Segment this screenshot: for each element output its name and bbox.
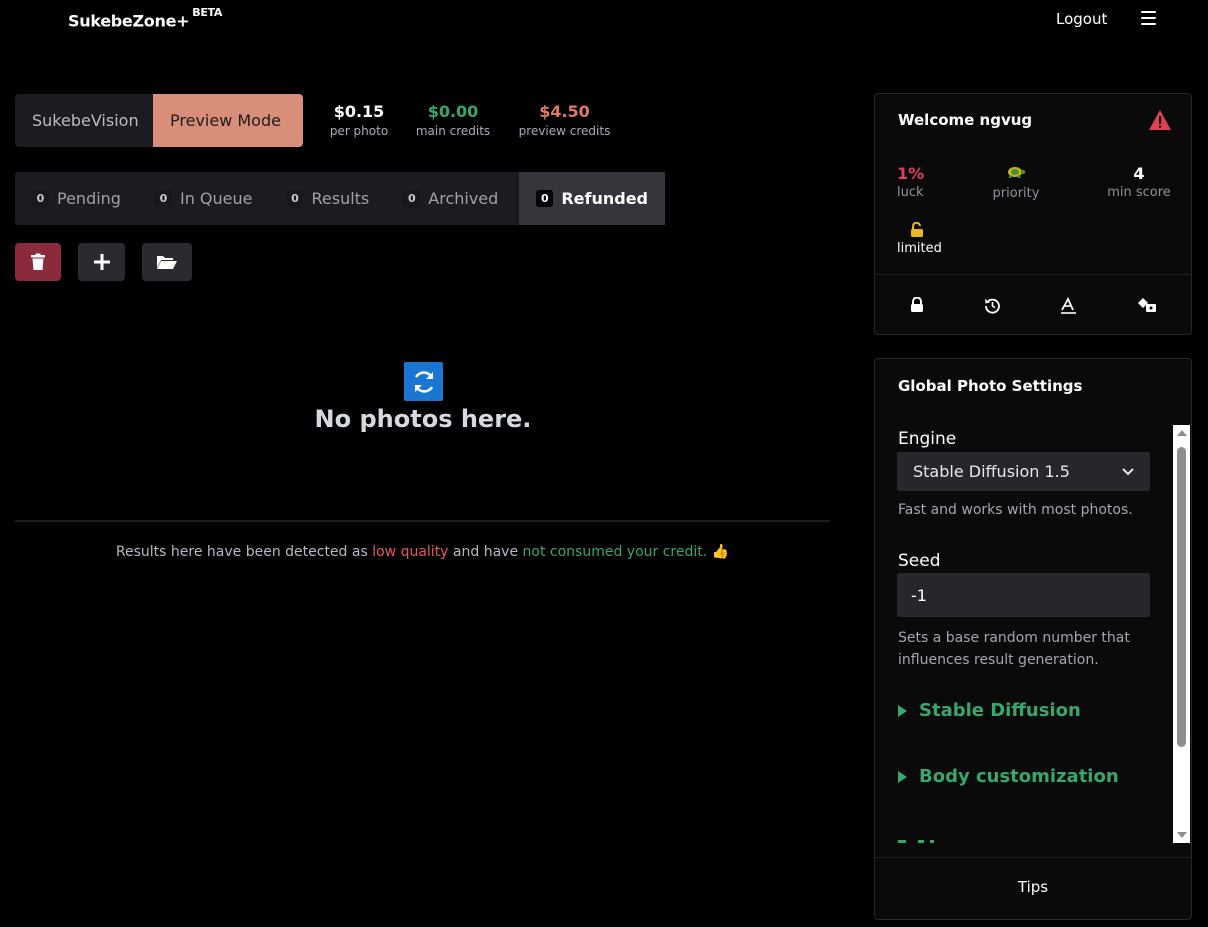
stat-label: per photo bbox=[329, 124, 389, 138]
open-folder-button[interactable] bbox=[142, 243, 192, 281]
tab-label: Refunded bbox=[561, 189, 648, 208]
text-style-icon[interactable] bbox=[1057, 294, 1079, 316]
tab-results[interactable]: 0 Results bbox=[269, 172, 386, 225]
turtle-icon bbox=[990, 164, 1042, 185]
section-label: Body customization bbox=[919, 766, 1119, 787]
stat-preview-credits: $4.50 preview credits bbox=[517, 102, 612, 140]
scroll-down-arrow-icon[interactable] bbox=[1177, 832, 1187, 838]
refund-note: Results here have been detected as low q… bbox=[15, 544, 830, 560]
luck-value: 1% bbox=[897, 164, 925, 183]
note-low-quality: low quality bbox=[372, 544, 449, 560]
section-stable-diffusion[interactable]: Stable Diffusion bbox=[898, 700, 1081, 721]
stat-per-photo: $0.15 per photo bbox=[329, 102, 389, 140]
thumbs-up-icon: 👍 bbox=[711, 544, 730, 560]
sukebevision-mode-button[interactable]: SukebeVision bbox=[15, 94, 153, 147]
expand-triangle-icon bbox=[898, 704, 907, 717]
tab-count: 0 bbox=[154, 190, 172, 207]
history-icon[interactable] bbox=[981, 294, 1003, 316]
limited-stat: limited bbox=[897, 221, 942, 258]
preview-mode-button[interactable]: Preview Mode bbox=[153, 94, 303, 147]
seed-label: Seed bbox=[898, 551, 941, 571]
global-photo-settings-panel: Global Photo Settings Engine Stable Diff… bbox=[874, 358, 1192, 920]
stat-label: main credits bbox=[415, 124, 491, 138]
beta-badge: BETA bbox=[192, 6, 223, 19]
tips-button[interactable]: Tips bbox=[875, 878, 1191, 896]
stat-label: preview credits bbox=[518, 124, 611, 138]
add-photo-button[interactable] bbox=[78, 243, 125, 281]
empty-state-text: No photos here. bbox=[314, 405, 532, 433]
chevron-down-icon bbox=[1122, 467, 1134, 475]
tab-label: Results bbox=[311, 189, 370, 208]
logout-link[interactable]: Logout bbox=[1056, 10, 1107, 28]
stat-value: $4.50 bbox=[539, 102, 590, 121]
hamburger-menu-icon[interactable] bbox=[1141, 11, 1156, 25]
divider bbox=[15, 520, 830, 522]
limited-label: limited bbox=[897, 241, 942, 256]
tab-label: Archived bbox=[428, 189, 499, 208]
trash-icon bbox=[31, 253, 45, 270]
tab-count: 0 bbox=[536, 190, 554, 207]
tab-count: 0 bbox=[403, 190, 421, 207]
stat-value: $0.00 bbox=[427, 102, 479, 121]
luck-stat: 1% luck bbox=[897, 164, 924, 202]
divider bbox=[875, 857, 1191, 858]
engine-select[interactable]: Stable Diffusion 1.5 bbox=[897, 452, 1150, 491]
scrollbar-thumb[interactable] bbox=[1177, 447, 1186, 747]
settings-title: Global Photo Settings bbox=[898, 377, 1083, 395]
folder-open-icon bbox=[157, 256, 177, 269]
priority-label: priority bbox=[992, 186, 1040, 201]
tab-label: Pending bbox=[57, 189, 121, 208]
tab-refunded[interactable]: 0 Refunded bbox=[519, 172, 665, 225]
engine-label: Engine bbox=[898, 429, 957, 449]
engine-help: Fast and works with most photos. bbox=[898, 502, 1133, 518]
tab-count: 0 bbox=[286, 190, 304, 207]
expand-triangle-icon bbox=[898, 770, 907, 783]
engine-selected-value: Stable Diffusion 1.5 bbox=[913, 462, 1070, 481]
brand-name: SukebeZone+ bbox=[68, 11, 190, 31]
switch-icon[interactable] bbox=[1136, 294, 1158, 316]
refresh-icon[interactable] bbox=[404, 362, 443, 401]
plus-icon bbox=[93, 254, 110, 270]
seed-help: Sets a base random number that influence… bbox=[898, 630, 1130, 668]
section-label: Stable Diffusion bbox=[919, 700, 1081, 721]
tab-count: 0 bbox=[32, 190, 49, 207]
priority-stat: priority bbox=[990, 164, 1042, 203]
stat-main-credits: $0.00 main credits bbox=[415, 102, 491, 140]
tab-in-queue[interactable]: 0 In Queue bbox=[138, 172, 270, 225]
welcome-title: Welcome ngvug bbox=[898, 111, 1033, 129]
luck-label: luck bbox=[897, 185, 924, 200]
lock-icon[interactable] bbox=[906, 294, 928, 316]
note-text: and have bbox=[448, 544, 523, 560]
tab-archived[interactable]: 0 Archived bbox=[386, 172, 515, 225]
mode-switch: SukebeVision Preview Mode bbox=[15, 94, 303, 147]
min-score-value: 4 bbox=[1133, 164, 1145, 183]
photo-tabs: 0 Pending 0 In Queue 0 Results 0 Archive… bbox=[15, 172, 665, 225]
welcome-panel: Welcome ngvug 1% luck priority 4 min sco… bbox=[874, 93, 1192, 335]
min-score-stat: 4 min score bbox=[1107, 164, 1171, 202]
tab-pending[interactable]: 0 Pending bbox=[15, 172, 138, 225]
clipped-section-hint bbox=[898, 837, 958, 843]
section-body-customization[interactable]: Body customization bbox=[898, 766, 1119, 787]
scroll-up-arrow-icon[interactable] bbox=[1177, 430, 1187, 436]
min-score-label: min score bbox=[1107, 185, 1171, 200]
divider bbox=[875, 274, 1191, 275]
warning-icon[interactable] bbox=[1148, 109, 1172, 131]
seed-input[interactable] bbox=[897, 573, 1150, 617]
stat-value: $0.15 bbox=[333, 102, 385, 121]
delete-button[interactable] bbox=[15, 243, 61, 281]
note-not-consumed: not consumed your credit. bbox=[522, 544, 708, 560]
brand-logo[interactable]: SukebeZone+ BETA bbox=[68, 6, 222, 31]
settings-scrollbar[interactable] bbox=[1173, 425, 1190, 843]
tab-label: In Queue bbox=[179, 189, 253, 208]
note-text: Results here have been detected as bbox=[115, 544, 373, 560]
